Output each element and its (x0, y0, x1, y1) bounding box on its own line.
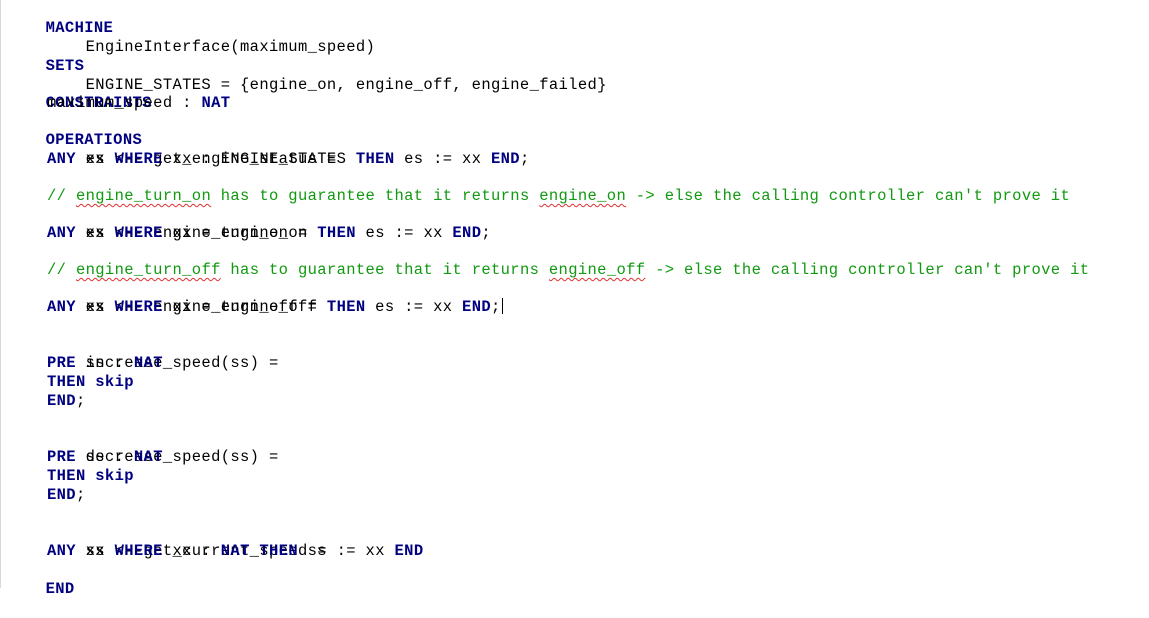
keyword-token: WHERE (114, 542, 163, 560)
code-text: xx (75, 224, 115, 242)
keyword-token: WHERE (114, 224, 163, 242)
code-line: EngineInterface(maximum_speed) (47, 19, 375, 56)
keyword-token: END (452, 224, 482, 242)
keyword-token: WHERE (114, 150, 163, 168)
code-text: ; (491, 298, 501, 316)
code-line: es <-- get_engine_status = (47, 131, 337, 168)
keyword-token: END (394, 542, 424, 560)
comment-text: // (47, 261, 76, 279)
code-text: ; (481, 224, 492, 242)
code-text: es := xx (394, 150, 491, 168)
comment-text: -> else the calling controller can't pro… (645, 261, 1090, 279)
comment-line: // engine_turn_on has to guarantee that … (47, 187, 1070, 206)
code-line: ANY xx WHERE xx : NAT THEN ss := xx END (47, 542, 423, 561)
keyword-token: ANY (47, 224, 76, 242)
code-text: ENGINE_STATES = {engine_on, engine_off, … (85, 76, 607, 94)
keyword-token: PRE (47, 354, 76, 372)
keyword-token: THEN (317, 224, 356, 242)
comment-line: // engine_turn_off has to guarantee that… (47, 261, 1089, 280)
code-line: OPERATIONS (7, 112, 142, 149)
code-line: END; (47, 392, 86, 411)
code-text: xx = engine_off (162, 298, 327, 316)
spellcheck-word: engine_off (548, 261, 646, 279)
code-line: ENGINE_STATES = {engine_on, engine_off, … (47, 57, 607, 94)
code-line: es <-- engine_turn_on = (47, 205, 308, 242)
code-line: increase_speed(ss) = (47, 335, 279, 372)
keyword-token: THEN (355, 150, 395, 168)
code-text: ss : (75, 354, 134, 372)
keyword-token: NAT (220, 542, 250, 560)
code-text: xx = engine_on (162, 224, 318, 242)
comment-text: // (47, 187, 76, 205)
code-text: EngineInterface(maximum_speed) (85, 38, 376, 56)
code-text: ss := xx (298, 542, 395, 560)
code-text: ; (75, 392, 86, 410)
code-text: ss : (75, 448, 134, 466)
code-text: xx (75, 150, 115, 168)
keyword-token: ANY (47, 298, 76, 316)
keyword-token: skip (95, 467, 134, 485)
code-line: PRE ss : NAT (47, 354, 163, 373)
keyword-token: NAT (201, 94, 231, 112)
code-line: es <-- engine_turn_off = (47, 279, 317, 316)
code-line: ANY xx WHERE xx = engine_on THEN es := x… (47, 224, 491, 243)
comment-text: has to guarantee that it returns (211, 187, 540, 205)
code-text: xx (75, 298, 115, 316)
code-text: es := xx (365, 298, 463, 316)
keyword-token: END (45, 580, 75, 598)
code-text: xx : ENGINE_STATES (162, 150, 356, 168)
keyword-token: WHERE (114, 298, 163, 316)
code-line: decrease_speed(ss) = (47, 429, 279, 466)
keyword-token: ANY (47, 542, 76, 560)
code-line: SETS (7, 38, 84, 75)
text-cursor (501, 298, 503, 314)
code-line: MACHINE (7, 0, 113, 37)
code-text: es := xx (355, 224, 453, 242)
comment-text: has to guarantee that it returns (220, 261, 549, 279)
code-line: PRE ss : NAT (47, 448, 163, 467)
code-line: THEN skip (47, 467, 134, 486)
code-line: CONSTRAINTS (7, 75, 152, 112)
keyword-token: NAT (133, 354, 163, 372)
keyword-token: END (47, 392, 76, 410)
code-text: maximum_speed : (47, 94, 202, 112)
keyword-token: END (462, 298, 492, 316)
code-line: END; (47, 486, 86, 505)
code-text: ; (519, 150, 530, 168)
code-line: maximum_speed : NAT (47, 94, 230, 113)
keyword-token: ANY (47, 150, 76, 168)
keyword-token: skip (95, 373, 134, 391)
keyword-token: NAT (133, 448, 163, 466)
code-editor[interactable]: MACHINE EngineInterface(maximum_speed) S… (0, 0, 1149, 598)
code-text: ; (75, 486, 86, 504)
comment-text: -> else the calling controller can't pro… (626, 187, 1071, 205)
keyword-token: THEN (259, 542, 298, 560)
keyword-token: THEN (47, 467, 86, 485)
keyword-token: THEN (326, 298, 366, 316)
code-text: xx : (162, 542, 221, 560)
keyword-token: THEN (47, 373, 86, 391)
code-text: xx (75, 542, 115, 560)
code-line: END (7, 561, 75, 598)
keyword-token: END (47, 486, 76, 504)
spellcheck-word: engine_on (539, 187, 627, 205)
spellcheck-word: engine_turn_off (75, 261, 221, 279)
code-line: THEN skip (47, 373, 134, 392)
code-line: ss <--get_current_speed = (47, 523, 327, 560)
code-line: ANY xx WHERE xx = engine_off THEN es := … (47, 298, 503, 317)
spellcheck-word: engine_turn_on (75, 187, 212, 205)
keyword-token: END (491, 150, 520, 168)
keyword-token: PRE (47, 448, 76, 466)
code-line: ANY xx WHERE xx : ENGINE_STATES THEN es … (47, 150, 530, 169)
